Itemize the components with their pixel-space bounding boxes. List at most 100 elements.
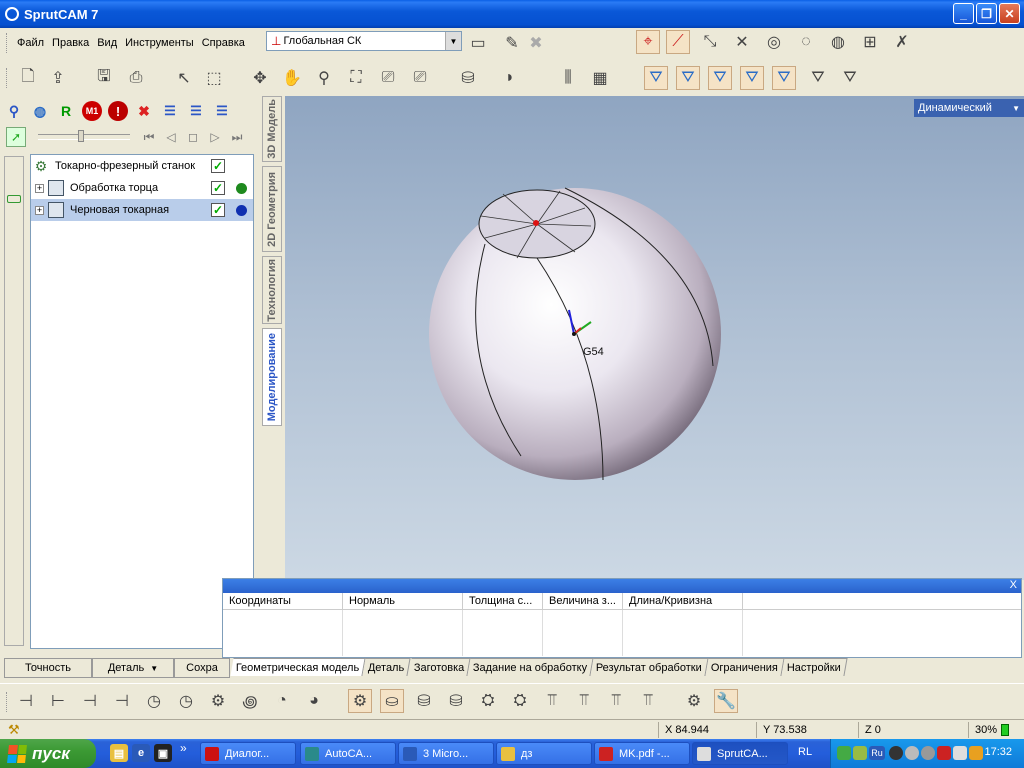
- filter-curves-icon[interactable]: ⛛: [708, 66, 732, 90]
- tab-accuracy[interactable]: Точность: [4, 658, 92, 678]
- coordinate-system-select[interactable]: ⊥ Глобальная СК ▼: [266, 31, 462, 51]
- property-tab[interactable]: Задание на обработку: [467, 658, 595, 676]
- taskbar-button[interactable]: дз: [496, 742, 592, 765]
- filter-meshes-icon[interactable]: ⛛: [838, 66, 862, 90]
- property-tab[interactable]: Деталь: [362, 658, 412, 676]
- fixture-icon[interactable]: ⛁: [444, 689, 468, 713]
- reset-icon[interactable]: R: [56, 101, 76, 121]
- print-icon[interactable]: ⎙: [124, 66, 148, 90]
- tree-item[interactable]: + Обработка торца ✓: [31, 177, 253, 199]
- chevron-right-icon[interactable]: »: [180, 741, 187, 755]
- menu-help[interactable]: Справка: [198, 37, 249, 49]
- spiral-op-icon[interactable]: ꩜: [238, 689, 262, 713]
- shading-icon[interactable]: ◗: [498, 66, 522, 90]
- volume-icon[interactable]: [953, 746, 967, 760]
- save-icon[interactable]: 🖫: [92, 66, 116, 90]
- machine-icon[interactable]: ⚙: [348, 689, 372, 713]
- facing-op-icon[interactable]: ⊢: [46, 689, 70, 713]
- settings-wrench-icon[interactable]: 🔧: [714, 689, 738, 713]
- tab-detail[interactable]: Деталь ▼: [92, 658, 174, 678]
- pocket-op-icon[interactable]: ◔: [270, 689, 294, 713]
- list-up-icon[interactable]: ☰: [186, 101, 206, 121]
- camera-restore-icon[interactable]: ⎚: [408, 66, 432, 90]
- snap-tangent-icon[interactable]: ◍: [826, 30, 850, 54]
- property-tab[interactable]: Ограничения: [705, 658, 786, 676]
- tool3-icon[interactable]: ⫪: [604, 689, 628, 713]
- taskbar-button[interactable]: 3 Micro...: [398, 742, 494, 765]
- filter-all-icon[interactable]: ⛛: [644, 66, 668, 90]
- taskbar-button[interactable]: AutoCA...: [300, 742, 396, 765]
- column-length-curvature[interactable]: Длина/Кривизна: [623, 593, 743, 609]
- vtab-2[interactable]: Технология: [262, 256, 282, 324]
- 3d-viewport[interactable]: Динамический ▼ G54: [285, 96, 1024, 580]
- tree-item[interactable]: ⚙ Токарно-фрезерный станок ✓: [31, 155, 253, 177]
- step-back-icon[interactable]: ◁: [160, 128, 182, 146]
- visibility-checkbox[interactable]: ✓: [211, 181, 225, 195]
- pan-hand-icon[interactable]: ✋: [280, 66, 304, 90]
- select-window-icon[interactable]: ⬚: [202, 66, 226, 90]
- list-down-icon[interactable]: ☰: [160, 101, 180, 121]
- tool4-icon[interactable]: ⫪: [636, 689, 660, 713]
- property-tab[interactable]: Заготовка: [408, 658, 471, 676]
- taskbar-button[interactable]: MK.pdf -...: [594, 742, 690, 765]
- language-indicator[interactable]: RL: [798, 746, 812, 758]
- taskbar-button[interactable]: Диалог...: [200, 742, 296, 765]
- minimize-button[interactable]: _: [953, 3, 974, 24]
- grooving-op-icon[interactable]: ⊣: [78, 689, 102, 713]
- tray-tool-icon[interactable]: [969, 746, 983, 760]
- property-tab[interactable]: Геометрическая модель: [230, 658, 366, 676]
- sphere-model[interactable]: G54: [285, 96, 1024, 580]
- zoom-icon[interactable]: ⚲: [312, 66, 336, 90]
- snap-grid-icon[interactable]: ⊞: [858, 30, 882, 54]
- snap-end-icon[interactable]: ⤡: [698, 30, 722, 54]
- tray-app-icon[interactable]: [853, 746, 867, 760]
- tray-language[interactable]: Ru: [869, 746, 885, 760]
- tray-circle-icon[interactable]: [889, 746, 903, 760]
- snap-line-icon[interactable]: ⟋: [666, 30, 690, 54]
- menu-tools[interactable]: Инструменты: [121, 37, 198, 49]
- column-value[interactable]: Величина з...: [543, 593, 623, 609]
- edit-cs-icon[interactable]: ✎: [500, 31, 524, 55]
- property-tab[interactable]: Результат обработки: [590, 658, 709, 676]
- drilling-op-icon[interactable]: ⚙: [206, 689, 230, 713]
- tray-security-icon[interactable]: [921, 746, 935, 760]
- zoom-fit-icon[interactable]: ⛶: [344, 66, 368, 90]
- tray-alert-icon[interactable]: [937, 746, 951, 760]
- m1-stop-icon[interactable]: M1: [82, 101, 102, 121]
- delete-icon[interactable]: ✖: [134, 101, 154, 121]
- quicklaunch-folder-icon[interactable]: ▤: [110, 744, 128, 762]
- calculator-icon[interactable]: ▦: [588, 66, 612, 90]
- toolbar-grip[interactable]: [6, 692, 9, 712]
- tab-save[interactable]: Сохра: [174, 658, 230, 678]
- close-button[interactable]: ✕: [999, 3, 1020, 24]
- delete-cs-icon[interactable]: ✖: [524, 31, 548, 55]
- quicklaunch-icon[interactable]: e: [132, 744, 150, 762]
- stop-icon[interactable]: ◻: [182, 128, 204, 146]
- start-button[interactable]: пуск: [0, 739, 96, 768]
- select-arrow-icon[interactable]: ↖: [172, 66, 196, 90]
- play-icon[interactable]: ▷: [204, 128, 226, 146]
- visibility-checkbox[interactable]: ✓: [211, 203, 225, 217]
- slider-thumb[interactable]: [78, 130, 84, 142]
- check-op-icon[interactable]: ⛭: [476, 689, 500, 713]
- clock-op-icon[interactable]: ◷: [142, 689, 166, 713]
- new-cs-icon[interactable]: ▭: [466, 31, 490, 55]
- list-all-icon[interactable]: ☰: [212, 101, 232, 121]
- toolbar-grip[interactable]: [6, 33, 9, 53]
- filter-surfaces-icon[interactable]: ⛛: [740, 66, 764, 90]
- rewind-icon[interactable]: ⏮: [138, 128, 160, 146]
- postprocessor-icon[interactable]: ⚙: [682, 689, 706, 713]
- tool2-icon[interactable]: ⫪: [572, 689, 596, 713]
- visibility-checkbox[interactable]: ✓: [211, 159, 225, 173]
- menu-file[interactable]: Файл: [13, 37, 48, 49]
- cylinder-icon[interactable]: ⛁: [456, 66, 480, 90]
- property-tab[interactable]: Настройки: [781, 658, 848, 676]
- new-file-icon[interactable]: 🗋: [16, 66, 40, 90]
- fast-forward-icon[interactable]: ⏭: [226, 128, 248, 146]
- maximize-button[interactable]: ❐: [976, 3, 997, 24]
- holder-icon[interactable]: ⛭: [508, 689, 532, 713]
- speed-slider[interactable]: [38, 130, 130, 142]
- tool-table-icon[interactable]: ⫼: [556, 66, 580, 90]
- pen-icon[interactable]: ➚: [6, 127, 26, 147]
- toolbar-grip[interactable]: [6, 68, 9, 88]
